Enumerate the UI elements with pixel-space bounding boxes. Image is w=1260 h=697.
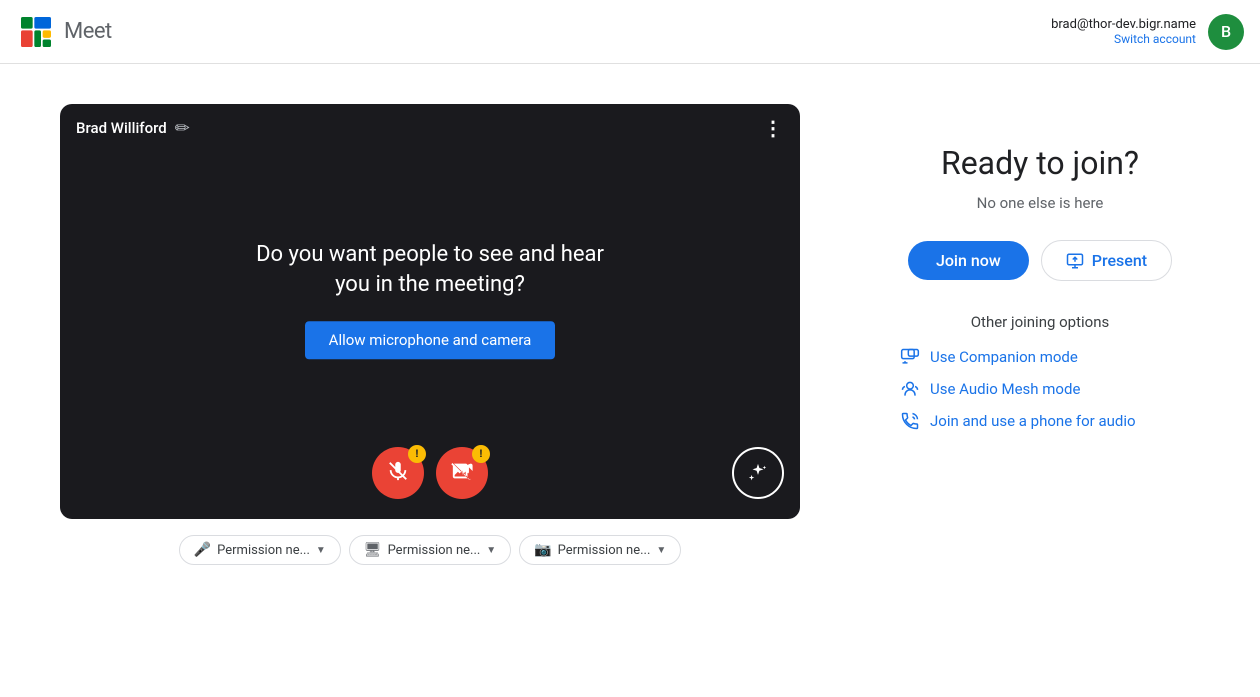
mic-warning-badge: ! bbox=[408, 445, 426, 463]
switch-account-link[interactable]: Switch account bbox=[1051, 32, 1196, 46]
permission-question: Do you want people to see and hear you i… bbox=[245, 240, 615, 302]
app-title: Meet bbox=[64, 19, 112, 44]
audio-mesh-mode-link[interactable]: Use Audio Mesh mode bbox=[900, 379, 1080, 399]
effects-icon bbox=[747, 462, 769, 484]
screen-pill-icon: 🖥 bbox=[364, 542, 382, 558]
camera-warning-badge: ! bbox=[472, 445, 490, 463]
screen-permission-pill[interactable]: 🖥 Permission ne... ▼ bbox=[349, 535, 511, 565]
permission-prompt: Do you want people to see and hear you i… bbox=[245, 240, 615, 360]
camera-pill-icon: 📷 bbox=[534, 542, 551, 558]
video-preview: Brad Williford ✏ ⋮ Do you want people to… bbox=[60, 104, 800, 519]
camera-off-icon bbox=[451, 460, 473, 487]
companion-mode-label: Use Companion mode bbox=[930, 348, 1078, 366]
other-options-title: Other joining options bbox=[971, 313, 1110, 331]
video-username: Brad Williford bbox=[76, 119, 167, 137]
mic-permission-pill[interactable]: 🎤 Permission ne... ▼ bbox=[179, 535, 341, 565]
no-one-text: No one else is here bbox=[977, 194, 1104, 212]
phone-audio-link[interactable]: Join and use a phone for audio bbox=[900, 411, 1136, 431]
video-controls: ! ! bbox=[372, 447, 488, 499]
account-email: brad@thor-dev.bigr.name bbox=[1051, 17, 1196, 32]
mic-permission-label: Permission ne... bbox=[217, 543, 310, 558]
present-button[interactable]: Present bbox=[1041, 240, 1172, 281]
other-options-list: Use Companion mode Use Audio Mesh mode bbox=[880, 347, 1200, 431]
header-right: brad@thor-dev.bigr.name Switch account B bbox=[1051, 14, 1244, 50]
mic-pill-chevron: ▼ bbox=[316, 545, 326, 556]
avatar[interactable]: B bbox=[1208, 14, 1244, 50]
present-icon bbox=[1066, 252, 1084, 270]
mic-off-icon bbox=[387, 460, 409, 487]
join-now-button[interactable]: Join now bbox=[908, 241, 1029, 280]
companion-mode-link[interactable]: Use Companion mode bbox=[900, 347, 1078, 367]
audio-mesh-icon bbox=[900, 379, 920, 399]
companion-mode-icon bbox=[900, 347, 920, 367]
join-panel: Ready to join? No one else is here Join … bbox=[880, 104, 1200, 431]
meet-logo-icon bbox=[16, 12, 56, 52]
main-content: Brad Williford ✏ ⋮ Do you want people to… bbox=[0, 64, 1260, 697]
camera-pill-chevron: ▼ bbox=[656, 545, 666, 556]
camera-button[interactable]: ! bbox=[436, 447, 488, 499]
permissions-bar: 🎤 Permission ne... ▼ 🖥 Permission ne... … bbox=[179, 535, 682, 565]
camera-permission-label: Permission ne... bbox=[558, 543, 651, 558]
effects-button[interactable] bbox=[732, 447, 784, 499]
video-user-name-area: Brad Williford ✏ bbox=[76, 118, 190, 139]
more-options-icon[interactable]: ⋮ bbox=[763, 116, 784, 140]
audio-mesh-label: Use Audio Mesh mode bbox=[930, 380, 1080, 398]
video-section: Brad Williford ✏ ⋮ Do you want people to… bbox=[60, 104, 800, 565]
screen-permission-label: Permission ne... bbox=[388, 543, 481, 558]
header: Meet brad@thor-dev.bigr.name Switch acco… bbox=[0, 0, 1260, 64]
mic-pill-icon: 🎤 bbox=[194, 542, 211, 558]
video-header: Brad Williford ✏ ⋮ bbox=[60, 104, 800, 152]
phone-audio-icon bbox=[900, 411, 920, 431]
camera-permission-pill[interactable]: 📷 Permission ne... ▼ bbox=[519, 535, 681, 565]
phone-audio-label: Join and use a phone for audio bbox=[930, 412, 1136, 430]
join-buttons: Join now Present bbox=[908, 240, 1172, 281]
ready-title: Ready to join? bbox=[941, 144, 1139, 182]
account-info: brad@thor-dev.bigr.name Switch account bbox=[1051, 17, 1196, 46]
present-label: Present bbox=[1092, 251, 1147, 270]
header-left: Meet bbox=[16, 12, 112, 52]
screen-pill-chevron: ▼ bbox=[486, 545, 496, 556]
allow-microphone-camera-button[interactable]: Allow microphone and camera bbox=[305, 321, 556, 359]
mute-button[interactable]: ! bbox=[372, 447, 424, 499]
edit-name-icon[interactable]: ✏ bbox=[175, 118, 190, 139]
